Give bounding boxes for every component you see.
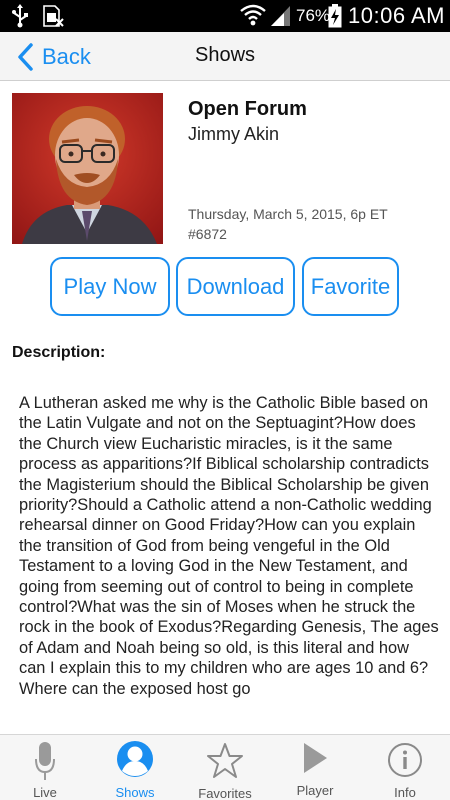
navigation-bar: Back Shows: [0, 32, 450, 81]
tab-label-player: Player: [296, 783, 334, 798]
battery-charging-icon: [328, 4, 342, 28]
sim-card-icon: [43, 5, 64, 27]
wifi-icon: [240, 4, 266, 26]
tab-info[interactable]: Info: [360, 735, 450, 800]
play-icon: [304, 743, 327, 773]
favorite-button[interactable]: Favorite: [302, 257, 399, 316]
play-now-button[interactable]: Play Now: [50, 257, 170, 316]
microphone-icon: [35, 742, 55, 780]
battery-percent: 76%: [296, 6, 331, 25]
show-date: Thursday, March 5, 2015, 6p ET: [188, 206, 388, 222]
tab-shows[interactable]: Shows: [90, 735, 180, 800]
show-title: Open Forum: [188, 98, 307, 120]
person-icon: [117, 741, 153, 777]
info-icon: [388, 743, 422, 777]
page-title: Shows: [194, 44, 256, 66]
status-bar: 76% 10:06 AM: [0, 0, 450, 32]
tab-player[interactable]: Player: [270, 735, 360, 800]
tab-bar: Live Shows Favorites Player Info: [0, 734, 450, 800]
tab-favorites[interactable]: Favorites: [180, 735, 270, 800]
show-number: #6872: [188, 226, 227, 242]
tab-label-shows: Shows: [115, 785, 155, 800]
host-photo: [12, 93, 163, 244]
tab-live[interactable]: Live: [0, 735, 90, 800]
download-button[interactable]: Download: [176, 257, 295, 316]
tab-label-live: Live: [33, 785, 57, 800]
description-heading: Description:: [12, 344, 106, 361]
clock: 10:06 AM: [348, 3, 445, 28]
cell-signal-icon: [271, 6, 290, 26]
usb-icon: [12, 4, 28, 28]
screen: 76% 10:06 AM Back Shows Open Forum Jimmy…: [0, 0, 450, 800]
tab-label-favorites: Favorites: [198, 786, 252, 800]
tab-label-info: Info: [394, 785, 416, 800]
star-icon: [207, 743, 243, 778]
description-text: A Lutheran asked me why is the Catholic …: [19, 394, 439, 698]
show-host: Jimmy Akin: [188, 124, 280, 144]
